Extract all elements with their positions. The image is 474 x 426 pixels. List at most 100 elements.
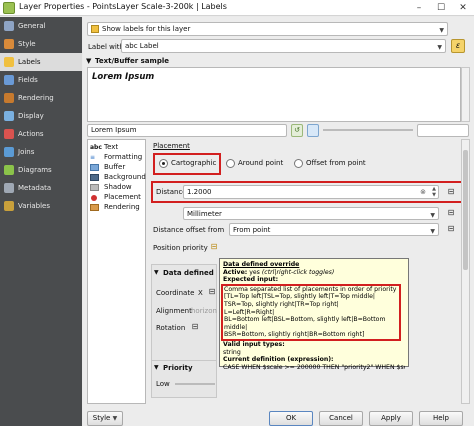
sidebar-item-diagrams[interactable]: Diagrams bbox=[0, 161, 82, 179]
apply-button-label: Apply bbox=[381, 414, 401, 422]
labels-icon bbox=[91, 25, 99, 33]
sidebar-item-actions[interactable]: Actions bbox=[0, 125, 82, 143]
distance-unit-select[interactable]: Millimeter ▼ bbox=[183, 207, 439, 220]
sidebar-item-labels[interactable]: Labels bbox=[0, 53, 82, 71]
rotation-label: Rotation bbox=[156, 324, 186, 332]
distance-offset-from-select[interactable]: From point ▼ bbox=[229, 223, 439, 236]
ok-button[interactable]: OK bbox=[269, 411, 313, 426]
sidebar-item-fields[interactable]: Fields bbox=[0, 71, 82, 89]
metadata-icon bbox=[4, 183, 14, 193]
sidebar-item-rendering[interactable]: Rendering bbox=[0, 89, 82, 107]
sample-text: Lorem Ipsum bbox=[92, 72, 155, 82]
chevron-down-icon: ▼ bbox=[430, 212, 435, 219]
position-priority-label: Position priority bbox=[153, 244, 208, 252]
style-button[interactable]: Style ▼ bbox=[87, 411, 123, 426]
data-defined-override-icon[interactable]: ⊟ bbox=[206, 286, 218, 298]
sidebar-item-style[interactable]: Style bbox=[0, 35, 82, 53]
tab-background[interactable]: Background bbox=[90, 173, 146, 183]
expression-button[interactable]: ε bbox=[451, 39, 465, 53]
tooltip-line: L=Left|R=Right| bbox=[224, 308, 275, 316]
label-with-field-select[interactable]: abc Label ▼ bbox=[121, 39, 446, 53]
offset-from-point-radio[interactable] bbox=[294, 159, 303, 168]
ok-button-label: OK bbox=[285, 414, 297, 422]
text-icon: abc bbox=[90, 144, 102, 151]
close-button[interactable]: ✕ bbox=[456, 1, 470, 15]
alignment-value: horizon bbox=[191, 307, 217, 315]
sidebar-item-label: Actions bbox=[18, 130, 44, 138]
collapse-arrow-icon[interactable]: ▼ bbox=[86, 57, 91, 65]
sidebar-item-variables[interactable]: Variables bbox=[0, 197, 82, 215]
sidebar-item-label: Labels bbox=[18, 58, 41, 66]
sidebar-item-label: Display bbox=[18, 112, 44, 120]
distance-offset-from-value: From point bbox=[233, 226, 271, 234]
clear-icon[interactable]: ⊗ bbox=[420, 187, 426, 198]
labels-mode-select[interactable]: Show labels for this layer ▼ bbox=[87, 22, 448, 36]
around-point-label: Around point bbox=[238, 159, 284, 167]
window-title: Layer Properties - PointsLayer Scale-3-2… bbox=[19, 2, 227, 11]
buffer-icon bbox=[90, 164, 99, 171]
priority-slider[interactable] bbox=[175, 383, 215, 385]
data-defined-override-icon[interactable]: ⊟ bbox=[444, 186, 458, 198]
tab-placement[interactable]: Placement bbox=[90, 193, 145, 203]
placement-scrollbar[interactable] bbox=[461, 139, 470, 404]
tab-rendering[interactable]: Rendering bbox=[90, 203, 145, 213]
minimize-button[interactable]: – bbox=[412, 1, 426, 15]
sample-scrollbar[interactable] bbox=[461, 67, 470, 122]
data-defined-override-icon[interactable]: ⊟ bbox=[207, 241, 221, 253]
label-with-value: abc Label bbox=[125, 42, 159, 50]
tooltip-line: Comma separated list of placements in or… bbox=[224, 285, 397, 293]
text-buffer-sample-heading: Text/Buffer sample bbox=[95, 57, 169, 65]
reset-sample-icon[interactable]: ↺ bbox=[291, 124, 303, 137]
collapse-arrow-icon[interactable]: ▼ bbox=[154, 364, 159, 371]
tooltip-valid-types-value: string bbox=[223, 348, 241, 356]
sidebar-item-joins[interactable]: Joins bbox=[0, 143, 82, 161]
tab-formatting[interactable]: ≡ Formatting bbox=[90, 153, 145, 163]
display-icon bbox=[4, 111, 14, 121]
cancel-button-label: Cancel bbox=[329, 414, 353, 422]
maximize-button[interactable]: ☐ bbox=[434, 1, 448, 15]
spin-arrows-icon[interactable]: ▲ ▼ bbox=[432, 186, 436, 198]
placement-icon bbox=[91, 195, 97, 201]
sample-scale-field[interactable] bbox=[417, 124, 469, 137]
tab-text[interactable]: abc Text bbox=[90, 143, 145, 153]
cartographic-label: Cartographic bbox=[171, 159, 217, 167]
help-button-label: Help bbox=[433, 414, 449, 422]
style-icon bbox=[4, 39, 14, 49]
sidebar-item-metadata[interactable]: Metadata bbox=[0, 179, 82, 197]
style-button-label: Style bbox=[92, 414, 111, 422]
sidebar-item-display[interactable]: Display bbox=[0, 107, 82, 125]
coordinate-label: Coordinate bbox=[156, 289, 195, 297]
cartographic-radio[interactable] bbox=[159, 159, 168, 168]
tooltip-active-hint: (ctrl|right-click toggles) bbox=[261, 268, 335, 276]
labels-icon bbox=[4, 57, 14, 67]
scrollbar-thumb[interactable] bbox=[463, 150, 468, 270]
priority-low-label: Low bbox=[156, 380, 170, 388]
sample-zoom-slider[interactable] bbox=[323, 129, 413, 131]
offset-from-point-label: Offset from point bbox=[306, 159, 366, 167]
apply-button[interactable]: Apply bbox=[369, 411, 413, 426]
sidebar-item-label: Metadata bbox=[18, 184, 52, 192]
sidebar-item-general[interactable]: General bbox=[0, 17, 82, 35]
data-defined-override-icon[interactable]: ⊟ bbox=[444, 223, 458, 235]
cancel-button[interactable]: Cancel bbox=[319, 411, 363, 426]
expected-input-highlight: Comma separated list of placements in or… bbox=[221, 283, 401, 341]
labels-tab-list: abc Text ≡ Formatting Buffer Background Sh… bbox=[87, 139, 146, 404]
tab-label: Text bbox=[104, 143, 119, 151]
tab-label: Formatting bbox=[104, 153, 143, 161]
formatting-icon: ≡ bbox=[90, 154, 96, 161]
sample-text-input-value: Lorem Ipsum bbox=[91, 126, 137, 134]
tooltip-line: BSR=Bottom, slightly right|BR=Bottom rig… bbox=[224, 331, 365, 339]
data-defined-group bbox=[151, 264, 217, 374]
tab-buffer[interactable]: Buffer bbox=[90, 163, 145, 173]
collapse-arrow-icon[interactable]: ▼ bbox=[154, 269, 159, 276]
help-button[interactable]: Help bbox=[419, 411, 463, 426]
data-defined-override-icon[interactable]: ⊟ bbox=[444, 207, 458, 219]
tooltip-line: [TL=Top left|TSL=Top, slightly left|T=To… bbox=[224, 293, 376, 301]
data-defined-override-icon[interactable]: ⊟ bbox=[189, 321, 201, 333]
distance-spinbox[interactable]: 1.2000 ⊗ ▲ ▼ bbox=[183, 185, 439, 199]
tab-shadow[interactable]: Shadow bbox=[90, 183, 145, 193]
background-color-button[interactable] bbox=[307, 124, 319, 137]
label-with-label: Label with bbox=[88, 43, 124, 51]
sample-text-input[interactable]: Lorem Ipsum bbox=[87, 124, 287, 137]
around-point-radio[interactable] bbox=[226, 159, 235, 168]
